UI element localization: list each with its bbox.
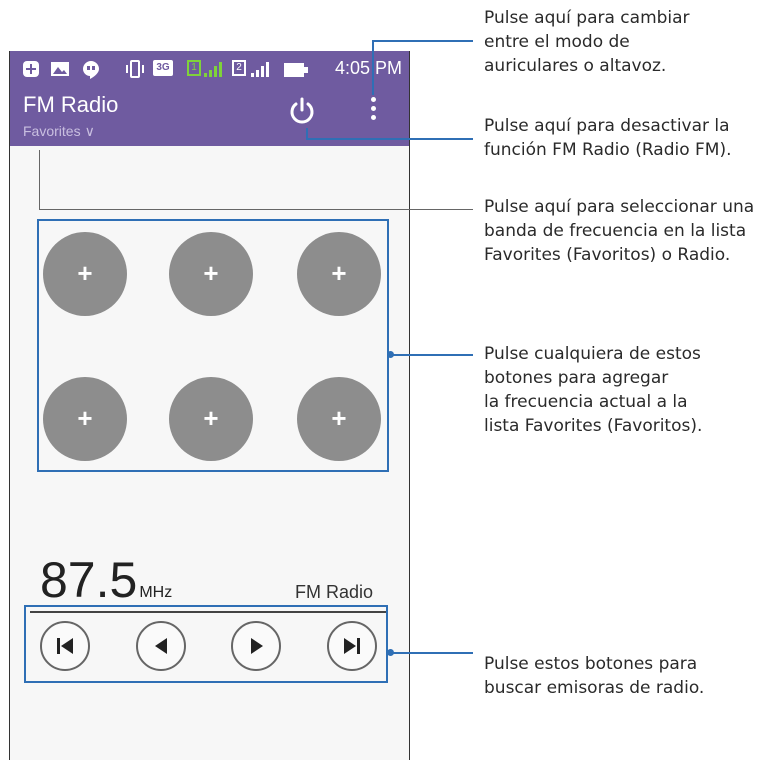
app-title: FM Radio xyxy=(23,92,119,117)
image-icon xyxy=(51,62,69,76)
frequency-unit: MHz xyxy=(139,584,173,601)
note-band-select: Pulse aquí para seleccionar una banda de… xyxy=(484,197,755,265)
note-power-off: Pulse aquí para desactivar la función FM… xyxy=(484,116,732,160)
frequency-display: 87.5 MHz xyxy=(40,551,172,609)
callout-line-speaker xyxy=(372,40,374,95)
frequency-value: 87.5 xyxy=(40,552,138,608)
sim1-badge: 1 xyxy=(187,60,201,76)
band-selector-label: Favorites xyxy=(23,123,81,139)
status-time: 4:05 PM xyxy=(334,58,402,78)
app-bar: 3G 1 2 4:05 PM FM Radio Favorites ∨ xyxy=(10,51,409,146)
battery-icon xyxy=(284,63,308,77)
station-name: FM Radio xyxy=(295,582,374,602)
callout-line-power xyxy=(306,138,473,140)
overflow-menu-icon[interactable] xyxy=(366,97,380,127)
callout-dot xyxy=(387,649,394,656)
sim1-signal-icon xyxy=(204,62,222,77)
chevron-down-icon: ∨ xyxy=(84,123,95,139)
note-speaker-mode: Pulse aquí para cambiar entre el modo de… xyxy=(484,8,690,76)
callout-line-band xyxy=(39,209,473,210)
callout-line-controls xyxy=(390,652,473,654)
add-icon xyxy=(23,61,39,77)
note-search-stations: Pulse estos botones para buscar emisoras… xyxy=(484,654,705,698)
band-selector[interactable]: Favorites ∨ xyxy=(23,123,95,140)
controls-highlight-box xyxy=(24,605,388,683)
power-icon[interactable] xyxy=(286,95,318,127)
callout-line-band xyxy=(39,150,40,210)
callout-line-favorites xyxy=(390,354,473,356)
hangouts-icon xyxy=(83,61,99,79)
3g-icon: 3G xyxy=(153,60,173,76)
sim2-signal-icon xyxy=(251,62,269,77)
callout-line-speaker xyxy=(372,40,473,42)
favorites-highlight-box xyxy=(37,219,389,472)
callout-dot xyxy=(387,351,394,358)
sim2-badge: 2 xyxy=(232,60,246,76)
vibrate-icon xyxy=(126,60,144,78)
status-bar: 3G 1 2 4:05 PM xyxy=(10,51,409,87)
note-add-favorites: Pulse cualquiera de estos botones para a… xyxy=(484,344,703,436)
